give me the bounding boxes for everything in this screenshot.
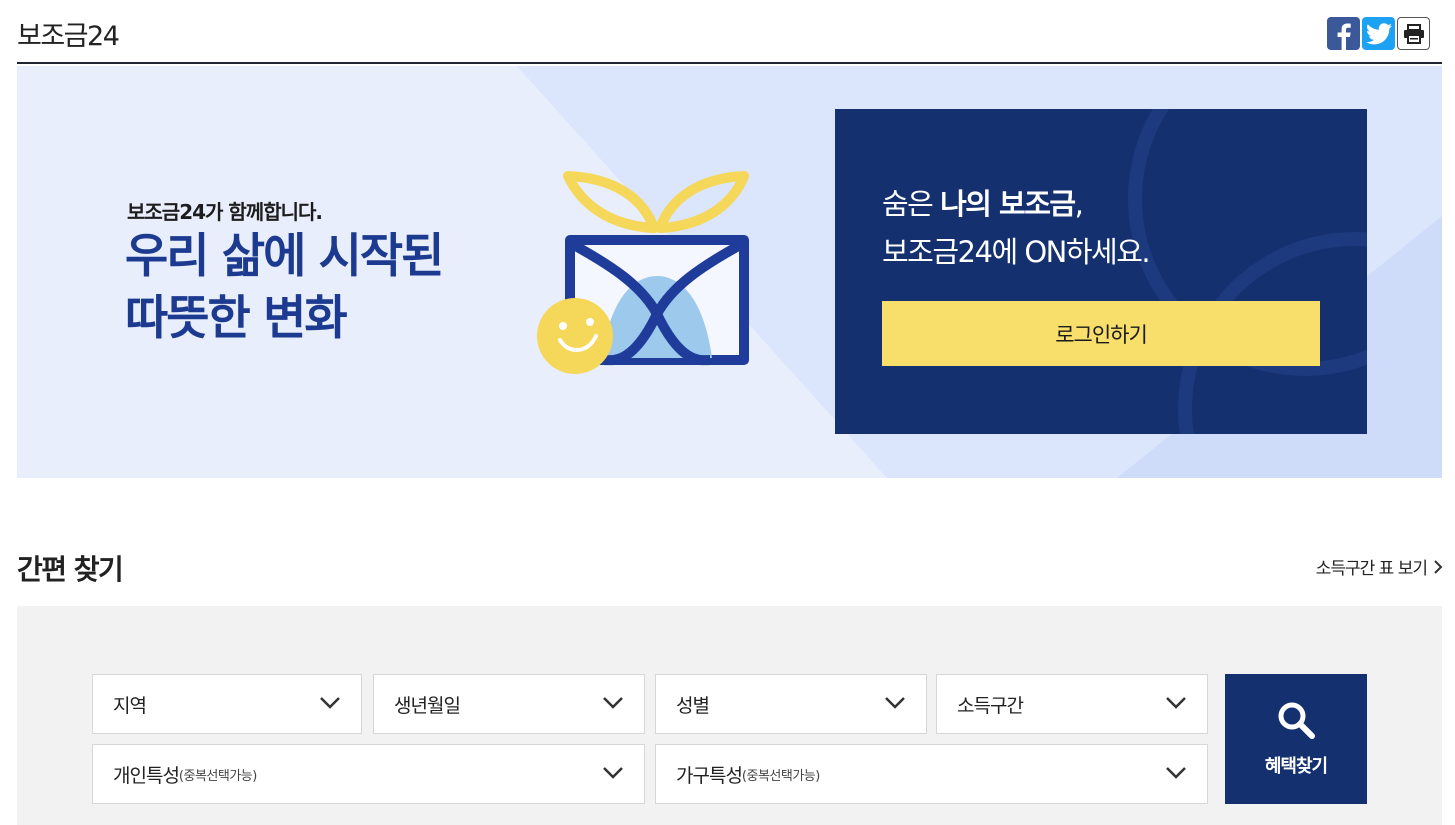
hero-title: 우리 삶에 시작된 따뜻한 변화 [125,226,444,350]
chevron-down-icon [603,767,623,779]
quick-search-panel: 지역 생년월일 성별 소득구간 개인특성 (중복선택가능) 가구특성 (중복선택가능… [17,606,1442,825]
chevron-right-icon [1434,559,1443,574]
birthdate-select-label: 생년월일 [394,694,461,717]
top-header: 보조금24 [17,0,1442,64]
birthdate-select[interactable]: 생년월일 [373,674,645,734]
income-select[interactable]: 소득구간 [936,674,1208,734]
income-select-label: 소득구간 [957,694,1024,717]
personal-traits-label: 개인특성 [113,764,180,787]
login-message-line1: 숨은 나의 보조금, [882,187,1084,221]
hero-subtitle: 보조금24가 함께합니다. [127,200,323,224]
region-select-label: 지역 [113,694,147,717]
chevron-down-icon [885,697,905,709]
chevron-down-icon [320,697,340,709]
hero-title-line2: 따뜻한 변화 [125,291,348,346]
income-table-link[interactable]: 소득구간 표 보기 [1316,554,1443,579]
household-traits-label: 가구특성 [676,764,743,787]
quick-search-title: 간편 찾기 [17,553,124,586]
chevron-down-icon [603,697,623,709]
search-icon [1278,702,1315,739]
find-benefits-label: 혜택찾기 [1264,756,1328,776]
gender-select[interactable]: 성별 [655,674,927,734]
gender-select-label: 성별 [676,694,710,717]
print-icon [1403,23,1424,44]
income-table-link-label: 소득구간 표 보기 [1315,559,1428,579]
gift-illustration-icon [537,171,749,374]
household-traits-select[interactable]: 가구특성 (중복선택가능) [655,744,1208,804]
twitter-share-button[interactable] [1362,17,1395,50]
login-message-line2: 보조금24에 ON하세요. [882,235,1151,269]
chevron-down-icon [1166,767,1186,779]
page-title: 보조금24 [17,21,120,52]
region-select[interactable]: 지역 [92,674,362,734]
print-button[interactable] [1397,17,1430,50]
facebook-icon [1337,23,1351,50]
chevron-down-icon [1166,697,1186,709]
twitter-icon [1365,22,1392,44]
login-card: 숨은 나의 보조금, 보조금24에 ON하세요. 로그인하기 [835,109,1367,434]
find-benefits-button[interactable]: 혜택찾기 [1225,674,1367,804]
personal-traits-note: (중복선택가능) [178,768,257,784]
login-button[interactable]: 로그인하기 [882,301,1320,366]
hero-banner: 보조금24가 함께합니다. 우리 삶에 시작된 따뜻한 변화 숨은 나의 보조금… [17,66,1442,478]
hero-title-line1: 우리 삶에 시작된 [125,229,444,284]
personal-traits-select[interactable]: 개인특성 (중복선택가능) [92,744,645,804]
facebook-share-button[interactable] [1327,17,1360,50]
share-toolbar [1327,17,1430,50]
login-card-decoration [1128,109,1367,434]
household-traits-note: (중복선택가능) [741,768,820,784]
